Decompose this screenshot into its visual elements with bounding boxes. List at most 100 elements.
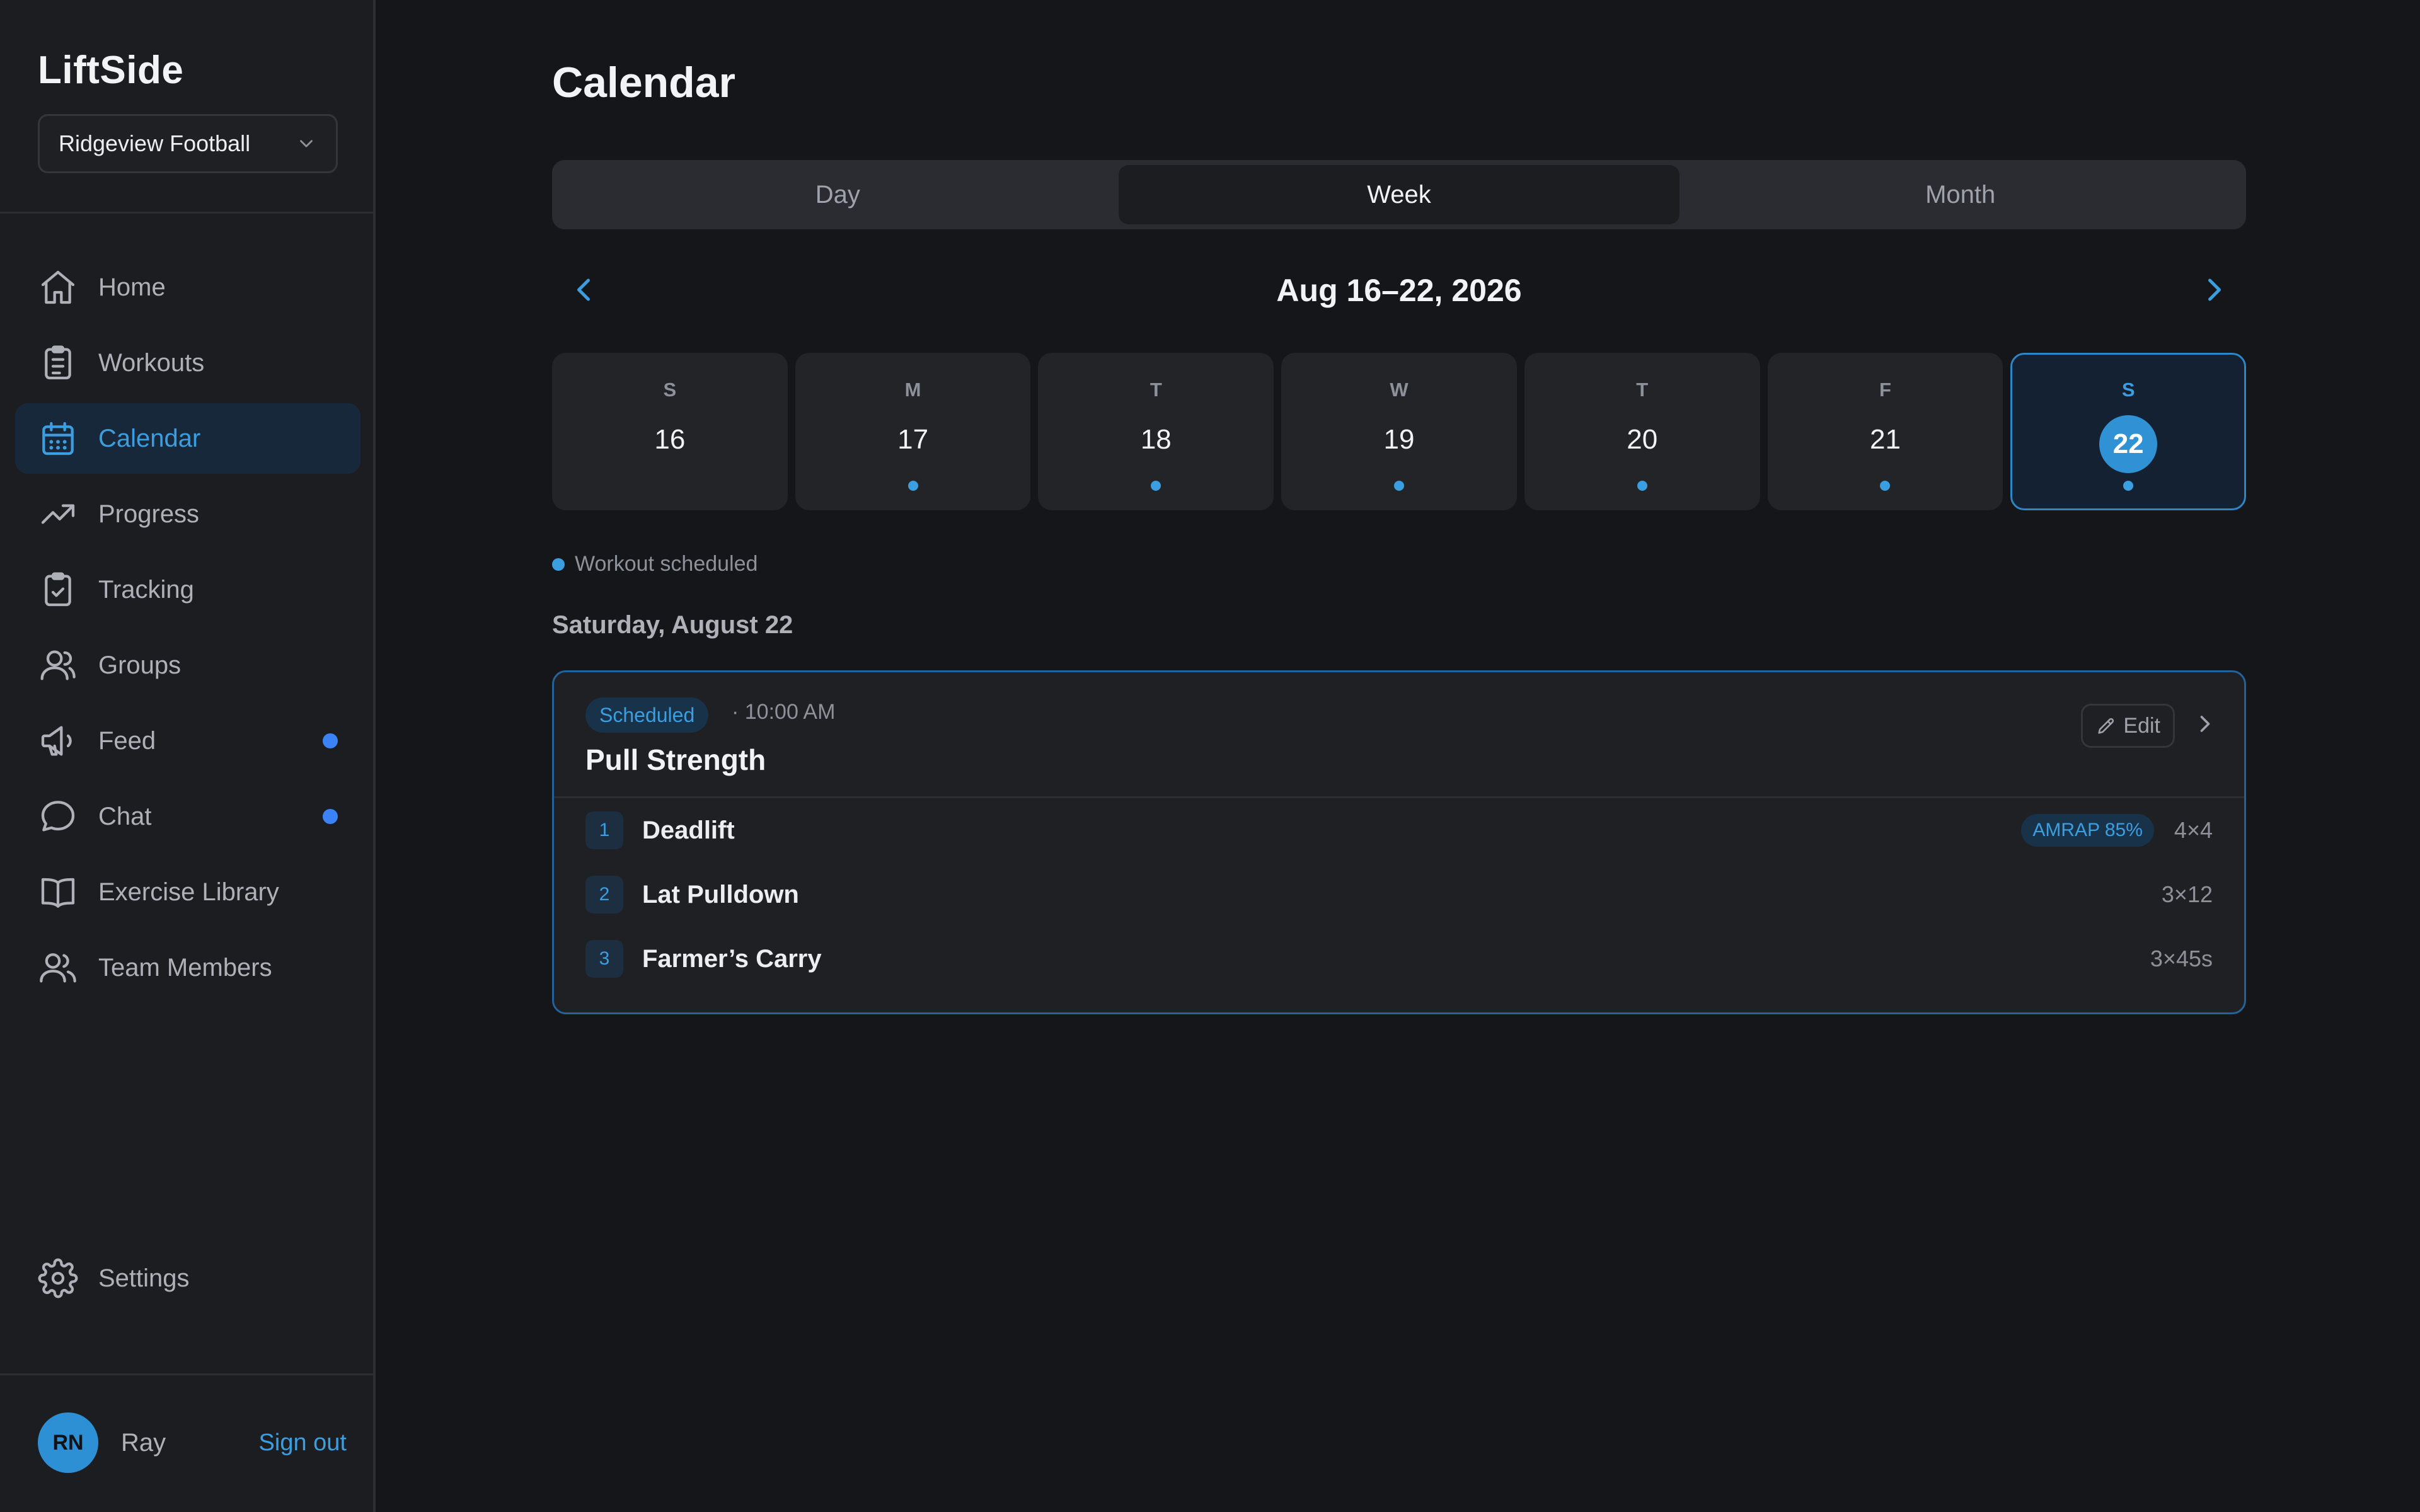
workout-time: · 10:00 AM xyxy=(732,700,836,724)
team-icon xyxy=(40,953,76,983)
workout-dot xyxy=(2123,481,2134,491)
sidebar-item-feed[interactable]: Feed xyxy=(15,706,360,776)
exercise-name: Lat Pulldown xyxy=(642,880,799,908)
day-number: 22 xyxy=(2099,415,2158,473)
sidebar-item-label: Calendar xyxy=(98,424,201,452)
notification-dot xyxy=(323,809,338,824)
day-of-week: T xyxy=(1636,379,1649,401)
view-toggle-month[interactable]: Month xyxy=(1680,165,2241,224)
clipboard-check-icon xyxy=(45,572,71,607)
workout-dot xyxy=(1637,481,1647,491)
sidebar-item-label: Chat xyxy=(98,802,152,830)
day-number: 18 xyxy=(1140,424,1172,455)
sidebar: LiftSide Ridgeview Football Home Workout… xyxy=(0,0,376,1512)
sidebar-item-settings[interactable]: Settings xyxy=(15,1243,360,1314)
day-number: 17 xyxy=(897,424,929,455)
workout-dot xyxy=(1151,481,1161,491)
view-toggle: Day Week Month xyxy=(552,160,2246,229)
sidebar-item-label: Groups xyxy=(98,651,182,679)
legend-label: Workout scheduled xyxy=(575,552,758,576)
sidebar-divider xyxy=(0,1373,373,1375)
sidebar-item-workouts[interactable]: Workouts xyxy=(15,328,360,398)
sidebar-item-label: Settings xyxy=(98,1264,190,1292)
pencil-icon xyxy=(2098,718,2114,734)
chevron-right-icon[interactable] xyxy=(2196,271,2233,309)
day-number: 21 xyxy=(1869,424,1901,455)
selected-date-heading: Saturday, August 22 xyxy=(552,611,793,639)
workout-card[interactable]: Scheduled · 10:00 AM Pull Strength Edit … xyxy=(552,670,2246,1014)
chevron-down-icon xyxy=(300,140,313,147)
page-title: Calendar xyxy=(552,59,735,106)
day-of-week: T xyxy=(1150,379,1162,401)
exercise-number: 2 xyxy=(585,876,623,914)
sidebar-divider xyxy=(0,212,373,214)
exercise-row[interactable]: 2 Lat Pulldown 3×12 xyxy=(554,862,2244,927)
team-selector-value: Ridgeview Football xyxy=(59,130,251,156)
day-of-week: W xyxy=(1390,379,1409,401)
sidebar-item-label: Feed xyxy=(98,726,156,755)
sidebar-item-label: Team Members xyxy=(98,953,272,982)
exercise-tag: AMRAP 85% xyxy=(2021,814,2154,847)
sidebar-item-home[interactable]: Home xyxy=(15,252,360,323)
day-cell[interactable]: F 21 xyxy=(1767,353,2003,510)
day-cell[interactable]: W 19 xyxy=(1281,353,1517,510)
exercise-sets: 3×12 xyxy=(2161,881,2213,907)
app-logo: LiftSide xyxy=(38,49,184,92)
gear-icon xyxy=(38,1258,78,1298)
day-cell[interactable]: T 18 xyxy=(1038,353,1274,510)
day-cell-selected[interactable]: S 22 xyxy=(2010,353,2247,510)
week-day-strip: S 16 M 17 T 18 W 19 T 20 F 21 S 22 xyxy=(552,353,2247,510)
view-toggle-day[interactable]: Day xyxy=(557,165,1119,224)
exercise-sets: 4×4 xyxy=(2174,817,2213,843)
exercise-row[interactable]: 3 Farmer’s Carry 3×45s xyxy=(554,927,2244,991)
day-cell[interactable]: T 20 xyxy=(1524,353,1760,510)
megaphone-icon xyxy=(41,726,72,756)
exercise-row[interactable]: 1 Deadlift AMRAP 85% 4×4 xyxy=(554,798,2244,862)
workout-dot xyxy=(1880,481,1891,491)
exercise-list: 1 Deadlift AMRAP 85% 4×4 2 Lat Pulldown … xyxy=(554,798,2244,991)
day-number: 19 xyxy=(1383,424,1415,455)
sidebar-item-chat[interactable]: Chat xyxy=(15,781,360,852)
workout-card-header: Scheduled · 10:00 AM Pull Strength Edit xyxy=(554,672,2244,798)
exercise-number: 1 xyxy=(585,811,623,849)
day-cell[interactable]: M 17 xyxy=(795,353,1031,510)
sidebar-item-team-members[interactable]: Team Members xyxy=(15,932,360,1003)
legend-dot xyxy=(552,558,565,571)
workout-dot xyxy=(1394,481,1405,491)
day-cell[interactable]: S 16 xyxy=(552,353,788,510)
day-number: 20 xyxy=(1627,424,1658,455)
sidebar-item-groups[interactable]: Groups xyxy=(15,630,360,701)
settings-section: Settings xyxy=(15,1243,360,1319)
users-icon xyxy=(40,650,76,680)
clipboard-list-icon xyxy=(45,345,71,380)
edit-button[interactable]: Edit xyxy=(2081,704,2175,748)
workout-dot xyxy=(908,481,918,491)
sign-out-link[interactable]: Sign out xyxy=(259,1429,347,1457)
exercise-name: Deadlift xyxy=(642,816,735,844)
sidebar-item-label: Progress xyxy=(98,500,200,528)
exercise-number: 3 xyxy=(585,940,623,978)
sidebar-item-exercise-library[interactable]: Exercise Library xyxy=(15,857,360,927)
sidebar-item-calendar[interactable]: Calendar xyxy=(15,403,360,474)
date-range-nav: Aug 16–22, 2026 xyxy=(552,258,2246,321)
chat-bubble-icon xyxy=(41,801,75,832)
calendar-legend: Workout scheduled xyxy=(552,552,758,576)
notification-dot xyxy=(323,733,338,748)
user-name: Ray xyxy=(121,1428,166,1457)
sidebar-item-label: Home xyxy=(98,273,166,301)
edit-button-label: Edit xyxy=(2123,713,2160,738)
home-icon xyxy=(41,270,75,304)
chevron-right-icon[interactable] xyxy=(2191,710,2219,738)
avatar[interactable]: RN xyxy=(38,1412,98,1473)
exercise-sets: 3×45s xyxy=(2150,946,2213,971)
status-badge: Scheduled xyxy=(585,697,709,733)
sidebar-item-progress[interactable]: Progress xyxy=(15,479,360,549)
team-selector[interactable]: Ridgeview Football xyxy=(38,114,338,173)
view-toggle-week[interactable]: Week xyxy=(1118,165,1680,224)
sidebar-item-label: Tracking xyxy=(98,575,194,604)
book-open-icon xyxy=(41,878,75,908)
workout-title: Pull Strength xyxy=(585,743,766,776)
sidebar-item-tracking[interactable]: Tracking xyxy=(15,554,360,625)
sidebar-nav: Home Workouts Calendar Progress Tracking… xyxy=(15,252,360,1008)
calendar-icon xyxy=(42,421,74,455)
